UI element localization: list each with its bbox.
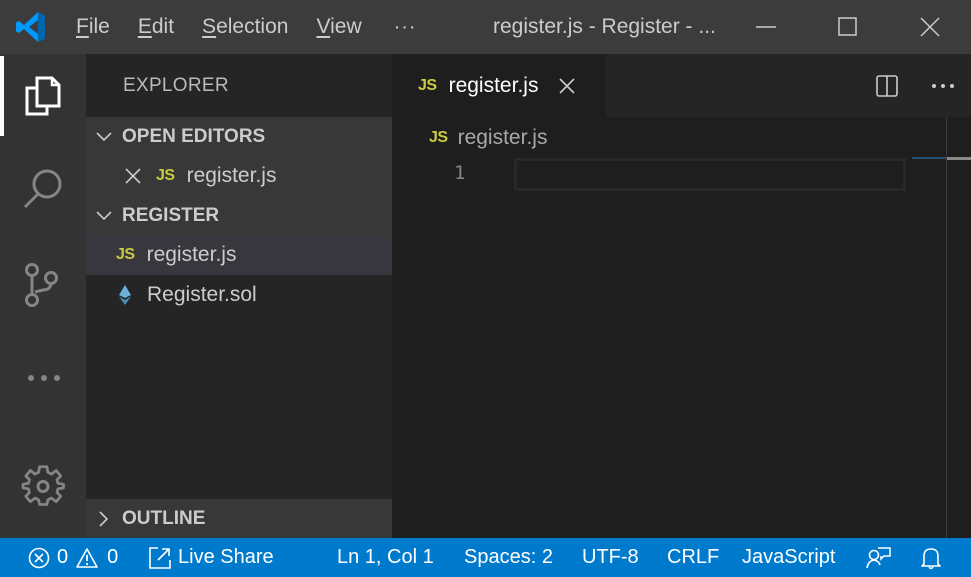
split-editor-icon	[876, 74, 898, 97]
error-count: 0	[57, 546, 69, 568]
open-editor-item[interactable]: JS register.js	[86, 156, 392, 196]
explorer-sidebar: EXPLORER OPEN EDITORS JS register.js REG…	[86, 54, 392, 538]
menu-view-mnemonic: V	[316, 15, 331, 38]
line-number: 1	[454, 162, 466, 184]
folder-label: REGISTER	[122, 204, 220, 226]
js-file-icon: JS	[116, 246, 135, 263]
activity-source-control[interactable]	[0, 245, 86, 325]
folder-header[interactable]: REGISTER	[86, 196, 392, 235]
title-bar: File Edit Selection View ··· register.js…	[0, 0, 971, 54]
search-icon	[23, 169, 62, 209]
js-file-icon: JS	[418, 76, 437, 94]
split-editor-button[interactable]	[859, 54, 915, 117]
breadcrumb: JS register.js	[429, 125, 547, 151]
end-of-line[interactable]: CRLF	[667, 538, 719, 577]
outline-header[interactable]: OUTLINE	[86, 499, 392, 538]
more-icon	[28, 375, 60, 381]
activity-bar	[0, 54, 86, 538]
bell-icon	[921, 547, 941, 569]
language-label: JavaScript	[742, 546, 836, 568]
solidity-file-icon	[118, 284, 132, 306]
window-controls	[725, 0, 971, 54]
warning-count: 0	[107, 546, 119, 568]
window-title: register.js - Register - ...	[493, 15, 716, 38]
cursor-position-label: Ln 1, Col 1	[337, 546, 434, 568]
source-control-icon	[25, 263, 58, 307]
close-icon	[559, 77, 576, 94]
js-file-icon: JS	[429, 129, 448, 146]
language-mode[interactable]: JavaScript	[742, 538, 835, 577]
menu-selection-mnemonic: S	[202, 15, 217, 38]
encoding[interactable]: UTF-8	[582, 538, 639, 577]
tab-close-button[interactable]	[558, 77, 576, 95]
editor-actions	[859, 54, 971, 117]
eol-label: CRLF	[667, 546, 720, 568]
menu-more-button[interactable]: ···	[376, 0, 435, 54]
close-window-button[interactable]	[889, 0, 971, 54]
encoding-label: UTF-8	[582, 546, 639, 568]
chevron-down-icon	[86, 210, 122, 222]
tab-register-js[interactable]: JS register.js	[392, 54, 606, 117]
live-share-icon	[149, 546, 171, 569]
sidebar-title: EXPLORER	[123, 75, 229, 96]
activity-search[interactable]	[0, 148, 86, 228]
maximize-icon	[838, 17, 857, 36]
file-item[interactable]: Register.sol	[86, 275, 392, 315]
live-share-button[interactable]: Live Share	[148, 538, 274, 577]
open-editors-header[interactable]: OPEN EDITORS	[86, 117, 392, 156]
menu-file[interactable]: File	[62, 0, 124, 54]
menu-view[interactable]: View	[302, 0, 375, 54]
tab-label: register.js	[448, 73, 539, 97]
breadcrumb-item[interactable]: register.js	[458, 126, 548, 150]
current-line-highlight[interactable]	[514, 158, 906, 191]
menu-bar: File Edit Selection View ···	[62, 0, 435, 54]
menu-edit-label: dit	[151, 15, 175, 38]
cursor-position[interactable]: Ln 1, Col 1	[337, 538, 434, 577]
close-icon	[920, 17, 940, 37]
gear-icon	[21, 465, 65, 506]
menu-selection[interactable]: Selection	[188, 0, 302, 54]
file-label: Register.sol	[147, 283, 257, 306]
warning-icon	[76, 547, 98, 568]
feedback-icon	[866, 546, 891, 568]
minimize-button[interactable]	[725, 0, 807, 54]
js-file-icon: JS	[156, 167, 175, 184]
file-label: register.js	[146, 243, 237, 266]
menu-edit[interactable]: Edit	[124, 0, 188, 54]
editor-tab-bar: JS register.js	[392, 54, 971, 117]
problems-indicator[interactable]: 0 0	[28, 538, 118, 577]
activity-more[interactable]	[0, 338, 86, 418]
error-icon	[28, 547, 50, 568]
live-share-label: Live Share	[178, 546, 274, 568]
more-icon	[932, 83, 954, 88]
menu-file-label: ile	[88, 15, 110, 38]
minimize-icon	[756, 26, 776, 28]
vscode-logo-icon	[0, 0, 62, 54]
indentation-label: Spaces: 2	[464, 546, 553, 568]
editor-more-button[interactable]	[915, 54, 971, 117]
open-editors-label: OPEN EDITORS	[122, 125, 266, 147]
file-item[interactable]: JS register.js	[86, 235, 392, 275]
activity-explorer[interactable]	[0, 56, 86, 136]
editor-area[interactable]: JS register.js 1	[392, 117, 971, 538]
close-editor-icon[interactable]	[124, 167, 142, 185]
activity-settings[interactable]	[0, 447, 86, 527]
chevron-down-icon	[86, 131, 122, 143]
files-icon	[25, 76, 61, 116]
maximize-button[interactable]	[807, 0, 889, 54]
indentation[interactable]: Spaces: 2	[464, 538, 553, 577]
feedback-button[interactable]	[866, 538, 892, 577]
notifications-button[interactable]	[920, 538, 942, 577]
minimap-slider[interactable]	[912, 157, 946, 159]
menu-view-label: iew	[330, 15, 362, 38]
menu-file-mnemonic: F	[76, 15, 89, 38]
chevron-right-icon	[86, 510, 122, 528]
open-editor-label: register.js	[186, 164, 277, 187]
status-bar: 0 0 Live Share Ln 1, Col 1 Spaces: 2 UTF…	[0, 538, 971, 577]
menu-edit-mnemonic: E	[137, 15, 152, 38]
menu-selection-label: election	[216, 15, 289, 38]
outline-label: OUTLINE	[122, 507, 206, 529]
overview-ruler	[946, 117, 947, 538]
scrollbar-cursor-marker[interactable]	[947, 157, 971, 160]
